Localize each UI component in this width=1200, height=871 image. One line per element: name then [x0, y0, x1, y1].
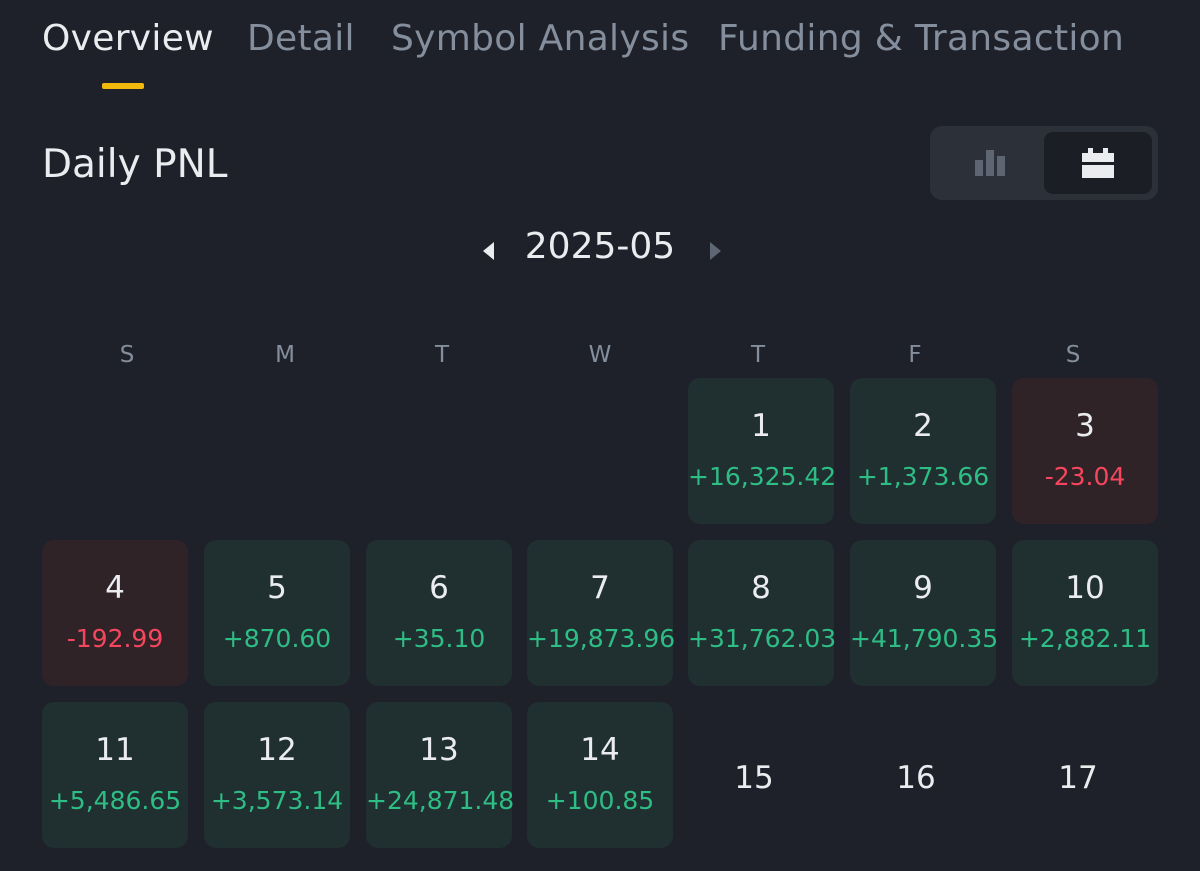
- tab-funding-transaction[interactable]: Funding & Transaction: [718, 18, 1124, 59]
- day-pnl: +870.60: [222, 624, 332, 653]
- day-pnl: +3,573.14: [210, 786, 344, 815]
- day-number: 11: [95, 732, 135, 768]
- tab-symbol-analysis[interactable]: Symbol Analysis: [391, 18, 689, 59]
- view-toggle: [930, 126, 1158, 200]
- day-pnl: -192.99: [66, 624, 164, 653]
- day-pnl: +19,873.96: [527, 624, 676, 653]
- calendar-day-cell[interactable]: 10 +2,882.11: [1012, 540, 1158, 686]
- day-pnl: +41,790.35: [850, 624, 999, 653]
- day-pnl: +31,762.03: [688, 624, 837, 653]
- weekday-saturday: S: [1065, 342, 1081, 368]
- day-number: 17: [1058, 760, 1098, 796]
- day-number: 9: [913, 570, 933, 606]
- day-number: 12: [257, 732, 297, 768]
- calendar-day-cell[interactable]: 4 -192.99: [42, 540, 188, 686]
- calendar-day-cell[interactable]: 14 +100.85: [527, 702, 673, 848]
- day-number: 16: [896, 760, 936, 796]
- day-number: 6: [429, 570, 449, 606]
- calendar-day-cell[interactable]: 7 +19,873.96: [527, 540, 676, 686]
- day-number: 2: [913, 408, 933, 444]
- page-title: Daily PNL: [42, 142, 228, 187]
- day-pnl: +5,486.65: [48, 786, 182, 815]
- day-pnl: +2,882.11: [1018, 624, 1152, 653]
- calendar-day-cell[interactable]: 12 +3,573.14: [204, 702, 350, 848]
- calendar-day-cell[interactable]: 2 +1,373.66: [850, 378, 996, 524]
- weekday-friday: F: [908, 342, 922, 368]
- day-pnl: +35.10: [392, 624, 486, 653]
- day-number: 5: [267, 570, 287, 606]
- day-number: 4: [105, 570, 125, 606]
- bar-chart-view-button[interactable]: [936, 132, 1044, 194]
- calendar-day-cell[interactable]: 5 +870.60: [204, 540, 350, 686]
- day-pnl: +1,373.66: [856, 462, 990, 491]
- calendar-icon: [1082, 148, 1114, 178]
- weekday-wednesday: W: [588, 342, 612, 368]
- day-pnl: +24,871.48: [366, 786, 515, 815]
- tab-overview[interactable]: Overview: [42, 18, 214, 59]
- day-number: 8: [751, 570, 771, 606]
- day-pnl: +100.85: [545, 786, 655, 815]
- current-month: 2025-05: [524, 226, 676, 267]
- calendar-day-cell[interactable]: 1 +16,325.42: [688, 378, 837, 524]
- weekday-tuesday: T: [434, 342, 450, 368]
- calendar-day-cell[interactable]: 15: [681, 702, 827, 848]
- day-pnl: +16,325.42: [688, 462, 837, 491]
- calendar-day-cell[interactable]: 6 +35.10: [366, 540, 512, 686]
- previous-month-icon[interactable]: [480, 240, 498, 262]
- calendar-day-cell[interactable]: 16: [843, 702, 989, 848]
- day-number: 1: [751, 408, 771, 444]
- month-navigator: 2025-05: [470, 222, 730, 278]
- calendar-day-cell[interactable]: 3 -23.04: [1012, 378, 1158, 524]
- next-month-icon[interactable]: [706, 240, 724, 262]
- calendar-day-cell[interactable]: 13 +24,871.48: [366, 702, 515, 848]
- weekday-monday: M: [275, 342, 295, 368]
- day-number: 10: [1065, 570, 1105, 606]
- weekday-thursday: T: [750, 342, 766, 368]
- day-number: 7: [590, 570, 610, 606]
- bar-chart-icon: [975, 150, 1005, 176]
- day-number: 3: [1075, 408, 1095, 444]
- calendar-view-button[interactable]: [1044, 132, 1152, 194]
- tab-detail[interactable]: Detail: [247, 18, 355, 59]
- calendar-day-cell[interactable]: 9 +41,790.35: [850, 540, 999, 686]
- day-number: 13: [419, 732, 459, 768]
- calendar-day-cell[interactable]: 8 +31,762.03: [688, 540, 837, 686]
- calendar-day-cell[interactable]: 17: [1005, 702, 1151, 848]
- weekday-sunday: S: [119, 342, 135, 368]
- active-tab-indicator: [102, 83, 144, 89]
- day-pnl: -23.04: [1044, 462, 1126, 491]
- day-number: 15: [734, 760, 774, 796]
- day-number: 14: [580, 732, 620, 768]
- calendar-day-cell[interactable]: 11 +5,486.65: [42, 702, 188, 848]
